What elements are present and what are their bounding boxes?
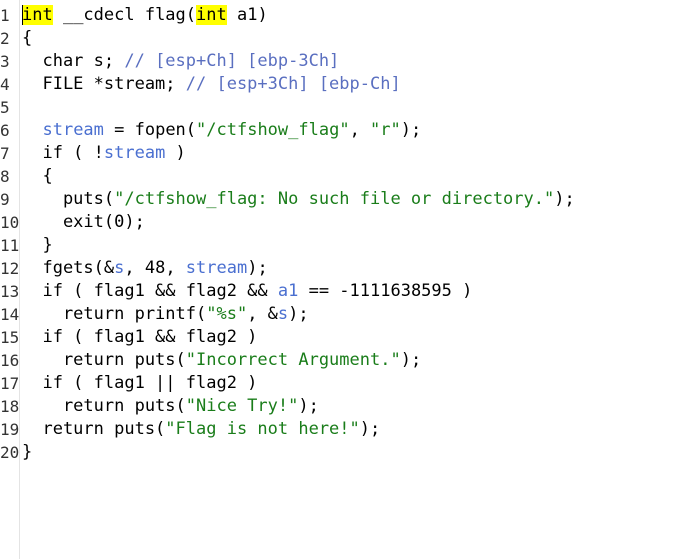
code-token: ); [359,419,381,439]
code-token: ); [400,350,422,370]
code-token: // [esp+Ch] [ebp-3Ch] [124,51,340,71]
code-token: stream [42,120,104,140]
code-token: ); [298,396,319,416]
code-token: , [349,120,371,140]
code-token: ); [288,304,309,324]
code-token: ) [165,143,186,163]
line-number: 5 [0,98,10,117]
code-token: "/ctfshow_flag" [196,120,350,140]
line-number: 8 [0,167,10,186]
code-text[interactable]: return printf("%s", &s); [22,303,309,326]
code-text[interactable]: } [22,234,53,257]
line-number: 6 [0,121,10,140]
code-text[interactable]: int __cdecl flag(int a1) [22,4,268,27]
code-token: == -1111638595 ) [298,281,473,301]
code-token: a1 [277,281,299,301]
line-number: 4 [0,75,10,94]
code-token: char s; [22,51,125,71]
code-token: return printf( [22,304,207,324]
code-token: puts( [22,189,115,209]
line-number: 11 [0,236,20,255]
line-number: 9 [0,190,10,209]
code-token: s [277,304,289,324]
code-token: a1) [226,5,268,25]
code-token: return puts( [22,419,166,439]
code-token: stream [103,143,166,163]
code-token: "%s" [206,304,248,324]
code-text[interactable]: if ( flag1 && flag2 ) [22,326,257,349]
code-token: { [22,28,33,48]
code-token: } [22,442,33,462]
code-text[interactable]: fgets(&s, 48, stream); [22,257,268,280]
code-token: // [esp+3Ch] [ebp-Ch] [185,74,401,94]
code-token: "r" [370,120,401,140]
line-number: 2 [0,29,10,48]
line-number: 15 [0,328,20,347]
code-text[interactable]: char s; // [esp+Ch] [ebp-3Ch] [22,50,339,73]
code-text[interactable]: puts("/ctfshow_flag: No such file or dir… [22,188,575,211]
code-token: , & [247,304,278,324]
line-number: 3 [0,52,10,71]
code-token: "Incorrect Argument." [185,350,401,370]
code-token: return puts( [22,396,186,416]
code-token: { [22,166,53,186]
code-token: int [196,5,227,25]
code-token: if ( flag1 && flag2 && [22,281,278,301]
code-text[interactable]: if ( flag1 && flag2 && a1 == -1111638595… [22,280,472,303]
code-token: __cdecl flag( [52,5,197,25]
code-token: "Flag is not here!" [165,419,360,439]
code-text[interactable]: if ( flag1 || flag2 ) [22,372,257,395]
code-text[interactable]: { [22,27,32,50]
code-token: = fopen( [103,120,197,140]
code-text[interactable]: { [22,165,53,188]
code-token: "/ctfshow_flag: No such file or director… [114,189,555,209]
code-text[interactable]: if ( !stream ) [22,142,186,165]
code-text[interactable]: stream = fopen("/ctfshow_flag", "r"); [22,119,421,142]
line-number: 14 [0,305,20,324]
code-text[interactable]: } [22,441,32,464]
code-token: ); [400,120,422,140]
code-text[interactable]: return puts("Incorrect Argument."); [22,349,421,372]
code-token: return puts( [22,350,186,370]
line-number: 13 [0,282,20,301]
code-token: } [22,235,53,255]
code-token: stream [185,258,248,278]
code-text[interactable]: FILE *stream; // [esp+3Ch] [ebp-Ch] [22,73,401,96]
code-token: s [114,258,125,278]
line-number: 18 [0,397,20,416]
code-token: int [22,5,53,25]
code-text[interactable]: exit(0); [22,211,145,234]
code-text[interactable]: return puts("Nice Try!"); [22,395,319,418]
code-token: fgets(& [22,258,115,278]
code-token: , 48, [124,258,186,278]
line-number: 19 [0,420,20,439]
code-token: exit(0); [22,212,145,232]
code-token: if ( flag1 && flag2 ) [22,327,258,347]
line-number: 17 [0,374,20,393]
code-editor[interactable]: 1 int __cdecl flag(int a1) 2 {3 char s; // … [0,0,676,559]
text-cursor [22,5,23,25]
line-number: 10 [0,213,20,232]
line-number: 1 [0,6,10,25]
code-token: ); [247,258,268,278]
line-number: 7 [0,144,10,163]
line-number: 20 [0,443,20,462]
code-token: FILE *stream; [22,74,186,94]
line-number: 16 [0,351,20,370]
code-text[interactable]: return puts("Flag is not here!"); [22,418,380,441]
code-token: if ( ! [22,143,104,163]
code-token: "Nice Try!" [185,396,299,416]
line-number: 12 [0,259,20,278]
code-token: ); [554,189,575,209]
code-token: if ( flag1 || flag2 ) [22,373,258,393]
